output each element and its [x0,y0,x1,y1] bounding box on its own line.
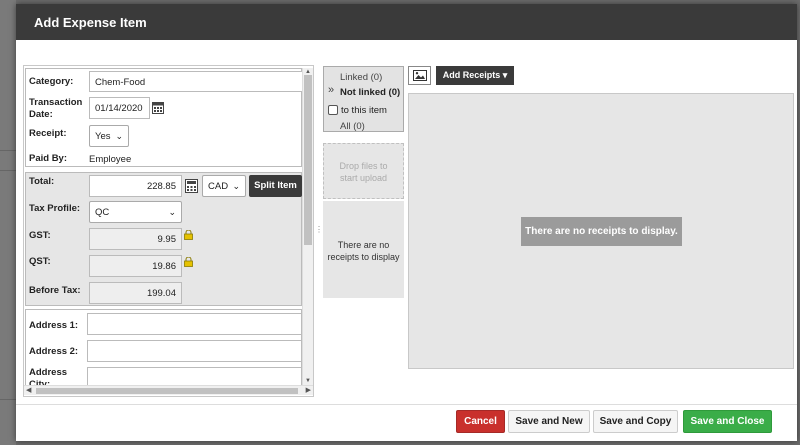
tax-profile-select-value: QC [95,207,110,218]
filter-all[interactable]: All (0) [340,121,365,132]
scroll-down-icon[interactable]: ▼ [305,378,311,384]
caret-down-icon: ▾ [502,70,508,80]
chevron-down-icon: ⌄ [115,131,123,141]
category-label: Category: [29,76,74,87]
split-item-button[interactable]: Split Item [249,175,302,197]
address2-label: Address 2: [29,346,79,357]
drop-files-zone[interactable]: Drop files to start upload [323,143,404,199]
double-chevron-right-icon: » [328,84,335,96]
add-expense-item-dialog: Add Expense Item Category: Chem-Food Tra… [16,4,797,441]
total-label: Total: [29,176,55,187]
footer-divider [16,404,797,405]
category-field[interactable]: Chem-Food [89,71,304,92]
to-this-item-checkbox[interactable] [328,105,338,118]
address-city-input[interactable] [87,367,302,387]
drop-zone-text-line1: Drop files to [339,161,388,171]
empty-text-line1: There are no [337,240,390,250]
gst-label: GST: [29,230,51,241]
form-horizontal-scrollbar[interactable]: ◀ ▶ [24,385,313,395]
qst-label: QST: [29,256,51,267]
dialog-title: Add Expense Item [34,15,147,30]
lock-icon [184,256,193,270]
to-this-item-label: to this item [341,105,387,116]
currency-select[interactable]: CAD ⌄ [202,175,246,197]
receipt-select[interactable]: Yes ⌄ [89,125,129,147]
empty-text-line2: receipts to display [327,252,400,262]
panel-splitter-handle[interactable]: ⋮ [315,225,323,234]
calculator-icon[interactable] [185,179,198,196]
receipt-label: Receipt: [29,128,67,139]
no-receipts-message: There are no receipts to display. [521,217,682,246]
address-city-label-line1: Address [29,367,68,378]
filter-linked[interactable]: Linked (0) [340,72,382,83]
dialog-header: Add Expense Item [16,4,797,40]
scrollbar-thumb[interactable] [304,75,312,245]
address1-input[interactable] [87,313,302,335]
paid-by-value: Employee [89,154,132,165]
cancel-button[interactable]: Cancel [456,410,505,433]
address1-label: Address 1: [29,320,79,331]
lock-icon [184,229,193,243]
before-tax-label: Before Tax: [29,285,81,296]
save-and-close-button[interactable]: Save and Close [683,410,772,433]
qst-field: 19.86 [89,255,182,277]
receipt-select-value: Yes [95,131,111,142]
save-and-new-button[interactable]: Save and New [508,410,590,433]
tax-profile-label: Tax Profile: [29,203,81,214]
calendar-icon[interactable] [152,101,164,117]
link-filter-panel: Linked (0) » Not linked (0) to this item… [323,66,404,132]
filter-not-linked[interactable]: Not linked (0) [340,87,400,98]
background-sidebar [0,0,16,445]
image-icon [413,70,427,84]
address2-input[interactable] [87,340,302,362]
gst-field: 9.95 [89,228,182,250]
before-tax-field: 199.04 [89,282,182,304]
scroll-right-icon[interactable]: ▶ [306,386,311,394]
add-receipts-label: Add Receipts [442,70,501,80]
scrollbar-thumb[interactable] [36,388,298,394]
receipt-viewer: There are no receipts to display. [408,93,794,369]
chevron-down-icon: ⌄ [168,207,176,217]
currency-select-value: CAD [208,181,229,192]
paid-by-label: Paid By: [29,153,68,164]
total-field[interactable]: 228.85 [89,175,182,197]
tax-profile-select[interactable]: QC ⌄ [89,201,182,223]
chevron-down-icon: ⌄ [232,181,240,191]
transaction-date-field[interactable]: 01/14/2020 [89,97,150,119]
image-view-button[interactable] [408,66,431,85]
save-and-copy-button[interactable]: Save and Copy [593,410,678,433]
transaction-date-label-line2: Date: [29,109,53,120]
scroll-left-icon[interactable]: ◀ [26,386,31,394]
amounts-section: Total: 228.85 CAD ⌄ Split Item Tax Profi… [25,172,302,306]
drop-zone-text-line2: start upload [339,173,388,183]
details-section: Category: Chem-Food Transaction Date: 01… [25,68,304,167]
address-section: Address 1: Address 2: Address City: [25,309,302,390]
add-receipts-button[interactable]: Add Receipts ▾ [436,66,514,85]
form-vertical-scrollbar[interactable]: ▲ ▼ [302,68,313,385]
transaction-date-label-line1: Transaction [29,97,83,108]
linked-receipts-empty: There are no receipts to display [323,201,404,298]
